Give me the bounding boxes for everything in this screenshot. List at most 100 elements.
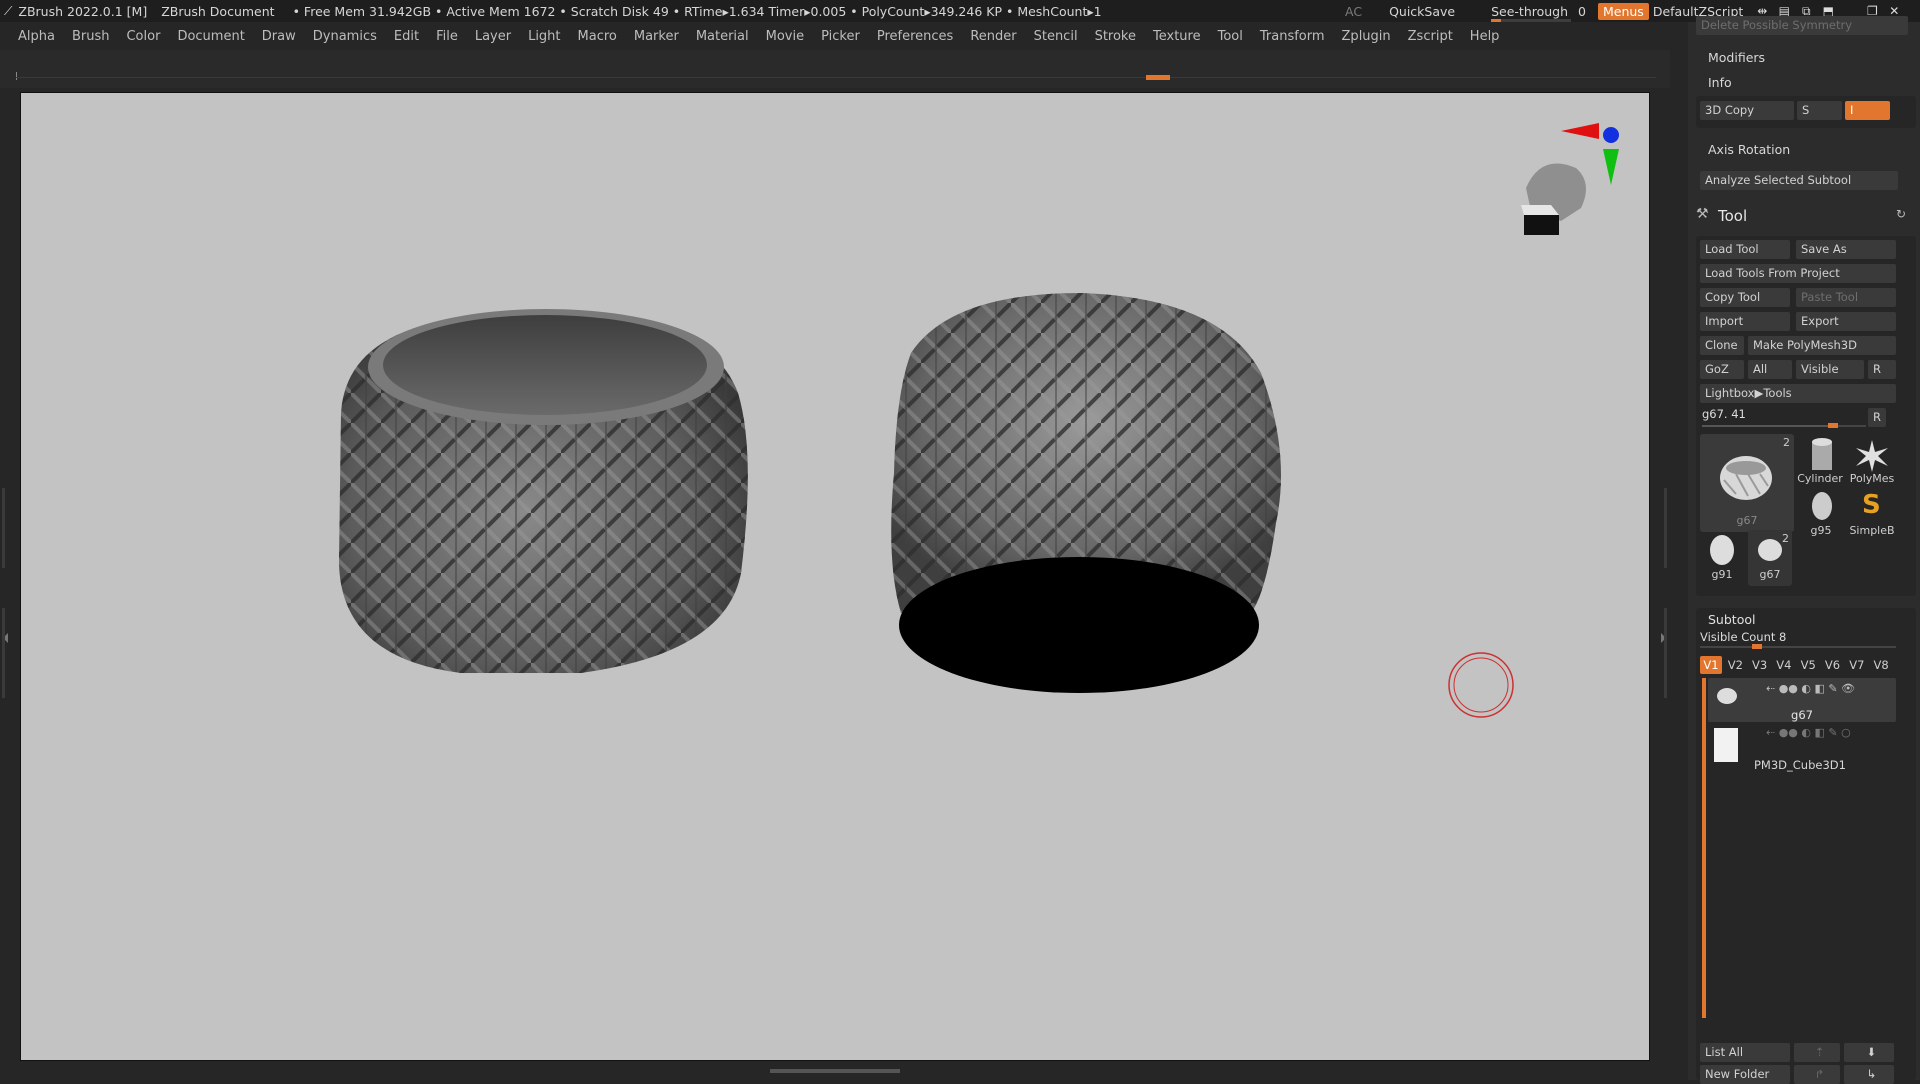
document-title: ZBrush Document: [161, 3, 275, 19]
visibility-set-v6[interactable]: V6: [1822, 656, 1844, 674]
menu-material[interactable]: Material: [696, 29, 749, 44]
visibility-set-v5[interactable]: V5: [1797, 656, 1819, 674]
subtool-row-icons[interactable]: ⇠ ●● ◐ ◧ ✎ 👁: [1766, 682, 1855, 695]
menu-movie[interactable]: Movie: [766, 29, 804, 44]
ac-label[interactable]: AC: [1345, 4, 1362, 19]
ring-model-right[interactable]: [891, 293, 1281, 693]
menu-marker[interactable]: Marker: [634, 29, 679, 44]
visible-count-slider[interactable]: Visible Count 8: [1700, 630, 1896, 649]
new-folder-button[interactable]: New Folder: [1700, 1065, 1790, 1084]
tool-thumb-cylinder[interactable]: Cylinder: [1796, 434, 1846, 490]
all-button[interactable]: All: [1748, 360, 1792, 379]
menu-dynamics[interactable]: Dynamics: [313, 29, 377, 44]
timeline-track[interactable]: [16, 77, 1656, 78]
3d-copy-button[interactable]: 3D Copy: [1700, 101, 1794, 120]
visibility-set-v3[interactable]: V3: [1749, 656, 1771, 674]
tool-thumb-g91-label: g91: [1711, 568, 1733, 581]
tool-palette-title[interactable]: Tool: [1718, 207, 1747, 225]
tool-thumb-g67[interactable]: g67 2: [1700, 434, 1794, 532]
visible-button[interactable]: Visible: [1796, 360, 1864, 379]
subtool-row-pm3d-cube[interactable]: ⇠ ●● ◐ ◧ ✎ ○ PM3D_Cube3D1: [1708, 724, 1896, 772]
analyze-subtool-button[interactable]: Analyze Selected Subtool: [1700, 171, 1898, 190]
left-tray-grip-icon[interactable]: [2, 488, 10, 698]
menu-transform[interactable]: Transform: [1260, 29, 1325, 44]
menus-toggle-button[interactable]: Menus: [1597, 2, 1649, 20]
modifiers-header[interactable]: Modifiers: [1708, 50, 1765, 65]
lightbox-tools-button[interactable]: Lightbox▶Tools: [1700, 384, 1896, 403]
load-tool-button[interactable]: Load Tool: [1700, 240, 1790, 259]
copy-tool-button[interactable]: Copy Tool: [1700, 288, 1790, 307]
folder-in-icon[interactable]: ↳: [1844, 1065, 1894, 1084]
tool-slider-r-button[interactable]: R: [1868, 408, 1886, 427]
see-through-slider[interactable]: See-through 0: [1487, 3, 1590, 22]
menu-light[interactable]: Light: [528, 29, 560, 44]
menu-preferences[interactable]: Preferences: [877, 29, 953, 44]
visibility-set-v4[interactable]: V4: [1773, 656, 1795, 674]
bottom-shelf-grip-icon[interactable]: [770, 1069, 900, 1073]
paste-tool-button[interactable]: Paste Tool: [1796, 288, 1896, 307]
menu-draw[interactable]: Draw: [262, 29, 296, 44]
document-canvas[interactable]: [20, 92, 1650, 1061]
subtool-header[interactable]: Subtool: [1708, 612, 1755, 627]
folder-out-icon[interactable]: ↱: [1794, 1065, 1840, 1084]
tool-thumb-polymesh[interactable]: PolyMes: [1848, 434, 1896, 490]
move-up-icon[interactable]: ⇡: [1794, 1043, 1840, 1062]
tool-thumb-g95[interactable]: g95: [1796, 490, 1846, 540]
visibility-set-v1[interactable]: V1: [1700, 656, 1722, 674]
zbrush-logo-icon[interactable]: ⟋: [4, 4, 12, 19]
menu-brush[interactable]: Brush: [72, 29, 110, 44]
subtool-row-icons-2[interactable]: ⇠ ●● ◐ ◧ ✎ ○: [1766, 726, 1851, 739]
menu-layer[interactable]: Layer: [475, 29, 511, 44]
menu-help[interactable]: Help: [1470, 29, 1500, 44]
info-header[interactable]: Info: [1708, 75, 1732, 90]
quicksave-button[interactable]: QuickSave: [1389, 4, 1455, 19]
see-through-label: See-through: [1491, 3, 1569, 19]
menu-picker[interactable]: Picker: [821, 29, 860, 44]
menu-zscript[interactable]: Zscript: [1408, 29, 1453, 44]
export-button[interactable]: Export: [1796, 312, 1896, 331]
menu-stencil[interactable]: Stencil: [1034, 29, 1078, 44]
subtool-scrollbar[interactable]: [1702, 678, 1706, 1018]
ring-thumbnail-icon: [1720, 456, 1772, 500]
menu-zplugin[interactable]: Zplugin: [1342, 29, 1391, 44]
menu-texture[interactable]: Texture: [1153, 29, 1201, 44]
import-button[interactable]: Import: [1700, 312, 1790, 331]
goz-r-button[interactable]: R: [1868, 360, 1896, 379]
menu-document[interactable]: Document: [177, 29, 244, 44]
menu-alpha[interactable]: Alpha: [18, 29, 55, 44]
goz-button[interactable]: GoZ: [1700, 360, 1744, 379]
visibility-set-v8[interactable]: V8: [1870, 656, 1892, 674]
timeline-cursor[interactable]: [1146, 75, 1170, 80]
list-all-button[interactable]: List All: [1700, 1043, 1790, 1062]
axis-rotation-header[interactable]: Axis Rotation: [1708, 142, 1790, 157]
menu-color[interactable]: Color: [126, 29, 160, 44]
menu-tool[interactable]: Tool: [1218, 29, 1243, 44]
delete-symmetry-button[interactable]: Delete Possible Symmetry: [1696, 16, 1908, 35]
make-polymesh3d-button[interactable]: Make PolyMesh3D: [1748, 336, 1896, 355]
load-tools-from-project-button[interactable]: Load Tools From Project: [1700, 264, 1896, 283]
ring-model-left[interactable]: [339, 309, 748, 673]
menu-stroke[interactable]: Stroke: [1095, 29, 1136, 44]
subtool-row-g67[interactable]: ⇠ ●● ◐ ◧ ✎ 👁 g67: [1708, 678, 1896, 722]
tool-thumb-g91[interactable]: g91: [1700, 530, 1744, 586]
visible-count-knob[interactable]: [1752, 644, 1762, 649]
s-button[interactable]: S: [1797, 101, 1842, 120]
menu-file[interactable]: File: [436, 29, 458, 44]
refresh-icon[interactable]: ↻: [1896, 207, 1906, 221]
tool-slider[interactable]: g67. 41: [1702, 407, 1866, 428]
save-as-button[interactable]: Save As: [1796, 240, 1896, 259]
tool-thumb-simplebrush[interactable]: S SimpleB: [1848, 490, 1896, 540]
viewport-scene[interactable]: [21, 93, 1651, 1062]
tool-thumb-g67b[interactable]: g67 2: [1748, 530, 1792, 586]
tool-slider-knob[interactable]: [1828, 423, 1839, 428]
right-tray-grip-icon[interactable]: [1660, 488, 1668, 698]
menu-render[interactable]: Render: [970, 29, 1016, 44]
navigation-gizmo[interactable]: [1521, 123, 1619, 235]
menu-edit[interactable]: Edit: [394, 29, 419, 44]
menu-macro[interactable]: Macro: [578, 29, 617, 44]
clone-button[interactable]: Clone: [1700, 336, 1744, 355]
move-down-icon[interactable]: ⬇: [1844, 1043, 1894, 1062]
visibility-set-v7[interactable]: V7: [1846, 656, 1868, 674]
visibility-set-v2[interactable]: V2: [1724, 656, 1746, 674]
i-button[interactable]: I: [1845, 101, 1890, 120]
